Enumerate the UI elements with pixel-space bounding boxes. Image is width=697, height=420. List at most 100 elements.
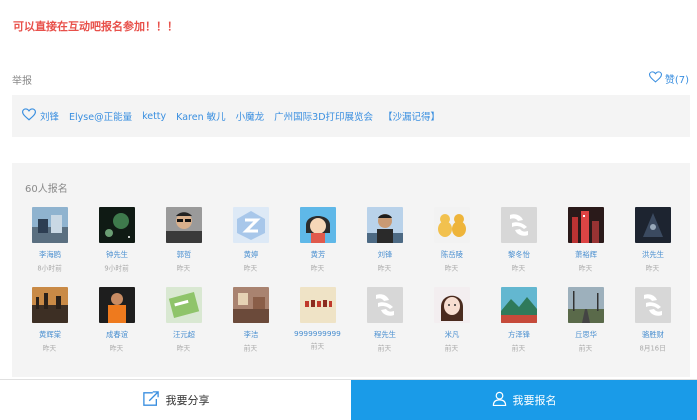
signup-user-name[interactable]: 萧裕辉 <box>574 249 596 259</box>
signup-user[interactable]: 洪先生 昨天 <box>619 207 686 287</box>
avatar[interactable] <box>98 287 135 323</box>
signup-user-name[interactable]: 汪元超 <box>172 329 194 339</box>
signup-user-name[interactable]: 陈岳陵 <box>440 249 462 259</box>
signup-time: 昨天 <box>176 344 191 353</box>
signup-row: 黄辉棠 昨天 成春谊 昨天 汪元超 昨天 李洁 前天 9999999999 前天 程先生 前天 米凡 前天… <box>16 287 686 367</box>
like-button[interactable]: 赞(7) <box>648 71 689 86</box>
user-icon <box>492 391 507 409</box>
signup-user-name[interactable]: 丘思华 <box>574 329 596 339</box>
avatar[interactable] <box>299 287 336 323</box>
signup-user-name[interactable]: 洪先生 <box>641 249 663 259</box>
signup-user[interactable]: 丘思华 前天 <box>552 287 619 367</box>
liker-name[interactable]: 【沙漏记得】 <box>383 109 440 123</box>
signup-time: 昨天 <box>109 344 124 353</box>
bottom-action-bar: 我要分享 我要报名 <box>0 379 697 420</box>
signup-user[interactable]: 米凡 前天 <box>418 287 485 367</box>
heart-outline-icon <box>648 71 662 86</box>
signup-user[interactable]: 黄辉棠 昨天 <box>16 287 83 367</box>
avatar[interactable] <box>165 207 202 243</box>
signup-user[interactable]: 黄婷 昨天 <box>217 207 284 287</box>
avatar[interactable] <box>500 287 537 323</box>
avatar[interactable] <box>31 207 68 243</box>
signup-user-name[interactable]: 程先生 <box>373 329 395 339</box>
signup-user[interactable]: 程先生 前天 <box>351 287 418 367</box>
avatar[interactable] <box>31 287 68 323</box>
like-count: 赞(7) <box>664 75 689 86</box>
signup-time: 昨天 <box>377 264 392 273</box>
share-button[interactable]: 我要分享 <box>0 380 351 420</box>
signup-user[interactable]: 黎冬怡 昨天 <box>485 207 552 287</box>
avatar[interactable] <box>98 207 135 243</box>
signup-time: 昨天 <box>645 264 660 273</box>
signup-user[interactable]: 陈岳陵 昨天 <box>418 207 485 287</box>
signup-user[interactable]: 方泽锋 前天 <box>485 287 552 367</box>
signup-time: 8月16日 <box>639 344 666 353</box>
share-icon <box>142 390 160 410</box>
signup-time: 昨天 <box>42 344 57 353</box>
signup-user-name[interactable]: 李海鸥 <box>38 249 60 259</box>
avatar[interactable] <box>366 207 403 243</box>
signup-user-name[interactable]: 刘锋 <box>377 249 392 259</box>
join-button[interactable]: 我要报名 <box>351 380 697 420</box>
signup-user-name[interactable]: 郭哲 <box>176 249 191 259</box>
signup-time: 昨天 <box>310 264 325 273</box>
avatar[interactable] <box>232 287 269 323</box>
signup-time: 昨天 <box>243 264 258 273</box>
avatar[interactable] <box>433 287 470 323</box>
signup-panel: 60人报名 李海鸥 8小时前 钟先生 9小时前 郭哲 昨天 黄婷 昨天 黄芳 昨天 刘锋 昨天 陈岳陵昨… <box>12 163 690 377</box>
signup-user-name[interactable]: 黄辉棠 <box>38 329 60 339</box>
signup-time: 前天 <box>578 344 593 353</box>
signup-user-name[interactable]: 骆胜财 <box>641 329 663 339</box>
signup-time: 前天 <box>444 344 459 353</box>
signup-user[interactable]: 萧裕辉 昨天 <box>552 207 619 287</box>
avatar[interactable] <box>366 287 403 323</box>
avatar[interactable] <box>299 207 336 243</box>
signup-user[interactable]: 钟先生 9小时前 <box>83 207 150 287</box>
signup-time: 昨天 <box>444 264 459 273</box>
join-label: 我要报名 <box>512 394 557 407</box>
heart-outline-icon <box>21 108 40 124</box>
signup-time: 前天 <box>377 344 392 353</box>
avatar[interactable] <box>634 207 671 243</box>
signup-time: 前天 <box>243 344 258 353</box>
avatar[interactable] <box>165 287 202 323</box>
signup-user-name[interactable]: 方泽锋 <box>507 329 529 339</box>
liker-name[interactable]: ketty <box>142 111 166 122</box>
liker-name[interactable]: Elyse@正能量 <box>69 109 132 123</box>
signup-user[interactable]: 汪元超 昨天 <box>150 287 217 367</box>
signup-user[interactable]: 骆胜财 8月16日 <box>619 287 686 367</box>
signup-user[interactable]: 李海鸥 8小时前 <box>16 207 83 287</box>
avatar[interactable] <box>433 207 470 243</box>
signup-user-name[interactable]: 米凡 <box>444 329 459 339</box>
signup-time: 8小时前 <box>37 264 62 273</box>
signup-user[interactable]: 成春谊 昨天 <box>83 287 150 367</box>
avatar[interactable] <box>232 207 269 243</box>
liker-name[interactable]: 广州国际3D打印展览会 <box>274 109 373 123</box>
signup-user[interactable]: 李洁 前天 <box>217 287 284 367</box>
signup-user[interactable]: 郭哲 昨天 <box>150 207 217 287</box>
signup-user-name[interactable]: 钟先生 <box>105 249 127 259</box>
signup-user[interactable]: 9999999999 前天 <box>284 287 351 367</box>
avatar[interactable] <box>500 207 537 243</box>
signup-user[interactable]: 黄芳 昨天 <box>284 207 351 287</box>
signup-user-name[interactable]: 黄芳 <box>310 249 325 259</box>
signup-user-name[interactable]: 黎冬怡 <box>507 249 529 259</box>
signup-user[interactable]: 刘锋 昨天 <box>351 207 418 287</box>
signup-user-name[interactable]: 李洁 <box>243 329 258 339</box>
avatar[interactable] <box>567 207 604 243</box>
liker-name[interactable]: 刘锋 <box>40 109 59 123</box>
liker-name[interactable]: 小魔龙 <box>236 109 265 123</box>
signup-time: 昨天 <box>176 264 191 273</box>
signup-time: 前天 <box>310 342 325 351</box>
liker-name[interactable]: Karen 敏儿 <box>176 109 225 123</box>
signup-time: 前天 <box>511 344 526 353</box>
signup-time: 昨天 <box>511 264 526 273</box>
signup-user-name[interactable]: 成春谊 <box>105 329 127 339</box>
avatar[interactable] <box>567 287 604 323</box>
signup-user-name[interactable]: 黄婷 <box>243 249 258 259</box>
signup-user-name[interactable]: 9999999999 <box>294 329 341 337</box>
avatar[interactable] <box>634 287 671 323</box>
report-link[interactable]: 举报 <box>12 72 32 87</box>
signup-time: 9小时前 <box>104 264 129 273</box>
share-label: 我要分享 <box>165 394 210 407</box>
